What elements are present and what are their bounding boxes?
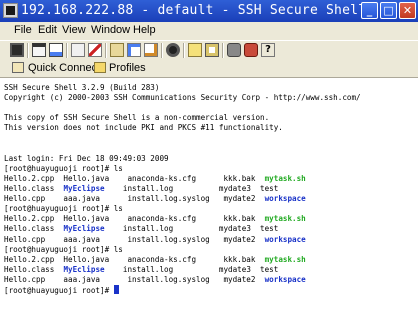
maximize-button[interactable]: □ bbox=[380, 2, 397, 19]
minimize-button[interactable]: _ bbox=[361, 2, 378, 19]
terminal-line: Copyright (c) 2000-2003 SSH Communicatio… bbox=[4, 93, 361, 103]
new-terminal-icon[interactable] bbox=[127, 43, 141, 57]
terminal-text: Copyright (c) 2000-2003 SSH Communicatio… bbox=[4, 93, 361, 103]
close-button[interactable]: ✕ bbox=[399, 2, 416, 19]
toolbar-separator bbox=[27, 43, 29, 58]
terminal-output[interactable]: SSH Secure Shell 3.2.9 (Build 283) Copyri… bbox=[0, 78, 418, 328]
terminal-line: Hello.class MyEclipse install.log mydate… bbox=[4, 224, 278, 234]
directory-name: MyEclipse bbox=[63, 264, 105, 274]
print-icon[interactable] bbox=[32, 43, 46, 57]
terminal-line: Last login: Fri Dec 18 09:49:03 2009 bbox=[4, 154, 169, 164]
terminal-line: [root@huayuguoji root]# ls bbox=[4, 164, 123, 174]
copy-icon[interactable] bbox=[71, 43, 85, 57]
executable-file: mytask.sh bbox=[264, 254, 306, 264]
executable-file: mytask.sh bbox=[264, 214, 306, 224]
directory-name: workspace bbox=[264, 234, 306, 244]
terminal-text: [root@huayuguoji root]# bbox=[4, 286, 114, 295]
quick-connect-icon bbox=[12, 62, 24, 73]
terminal-text: install.log mydate3 test bbox=[104, 184, 279, 193]
connect-icon[interactable] bbox=[244, 43, 258, 57]
window-title: 192.168.222.88 - default - SSH Secure Sh… bbox=[21, 3, 367, 18]
help-icon[interactable]: ? bbox=[261, 43, 275, 57]
executable-file: mytask.sh bbox=[264, 173, 306, 183]
terminal-cursor bbox=[113, 285, 119, 294]
terminal-line: [root@huayuguoji root]# ls bbox=[4, 245, 123, 255]
menu-view[interactable]: View bbox=[62, 24, 86, 36]
directory-name: workspace bbox=[264, 194, 306, 204]
terminal-line: [root@huayuguoji root]# bbox=[4, 285, 119, 296]
find-icon[interactable] bbox=[166, 43, 180, 57]
directory-name: workspace bbox=[264, 274, 306, 284]
terminal-line: Hello.2.cpp Hello.java anaconda-ks.cfg k… bbox=[4, 255, 306, 265]
directory-name: MyEclipse bbox=[63, 184, 105, 193]
menu-bar: File Edit View Window Help bbox=[0, 22, 418, 40]
toolbar-separator bbox=[105, 43, 107, 58]
menu-window[interactable]: Window bbox=[91, 24, 130, 36]
directory-name: MyEclipse bbox=[63, 224, 105, 234]
terminal-line: Hello.2.cpp Hello.java anaconda-ks.cfg k… bbox=[4, 214, 306, 224]
settings-icon[interactable] bbox=[227, 43, 241, 57]
terminal-line: Hello.class MyEclipse install.log mydate… bbox=[4, 184, 278, 194]
terminal-text: Hello.2.cpp Hello.java anaconda-ks.cfg k… bbox=[4, 214, 265, 224]
terminal-line: Hello.2.cpp Hello.java anaconda-ks.cfg k… bbox=[4, 174, 306, 184]
terminal-line: Hello.class MyEclipse install.log mydate… bbox=[4, 265, 278, 275]
terminal-line: SSH Secure Shell 3.2.9 (Build 283) bbox=[4, 83, 159, 93]
print-preview-icon[interactable] bbox=[49, 43, 63, 57]
title-bar[interactable]: 192.168.222.88 - default - SSH Secure Sh… bbox=[0, 0, 418, 22]
toolbar-separator bbox=[161, 43, 163, 58]
toolbar-separator bbox=[66, 43, 68, 58]
terminal-text: Hello.2.cpp Hello.java anaconda-ks.cfg k… bbox=[4, 173, 265, 183]
folder-icon[interactable] bbox=[188, 43, 202, 57]
terminal-text: Last login: Fri Dec 18 09:49:03 2009 bbox=[4, 153, 169, 163]
terminal-text: [root@huayuguoji root]# ls bbox=[4, 204, 123, 214]
terminal-text: Hello.cpp aaa.java install.log.syslog my… bbox=[4, 274, 265, 284]
menu-edit[interactable]: Edit bbox=[38, 24, 57, 36]
terminal-line: This copy of SSH Secure Shell is a non-c… bbox=[4, 113, 269, 123]
toolbar-separator bbox=[183, 43, 185, 58]
terminal-text: This version does not include PKI and PK… bbox=[4, 123, 283, 133]
terminal-text: Hello.class bbox=[4, 224, 64, 234]
terminal-text: [root@huayuguoji root]# ls bbox=[4, 163, 123, 173]
terminal-text: Hello.class bbox=[4, 184, 64, 193]
terminal-line: [root@huayuguoji root]# ls bbox=[4, 204, 123, 214]
terminal-text: Hello.class bbox=[4, 264, 64, 274]
terminal-line: This version does not include PKI and PK… bbox=[4, 123, 283, 133]
profiles-folder-icon bbox=[94, 62, 106, 73]
terminal-line: Hello.cpp aaa.java install.log.syslog my… bbox=[4, 275, 306, 285]
terminal-text: Hello.cpp aaa.java install.log.syslog my… bbox=[4, 194, 265, 204]
terminal-text: SSH Secure Shell 3.2.9 (Build 283) bbox=[4, 83, 160, 92]
paste-icon[interactable] bbox=[110, 43, 124, 57]
terminal-text: install.log mydate3 test bbox=[104, 264, 279, 274]
toolbar-separator bbox=[222, 43, 224, 58]
app-icon bbox=[3, 3, 18, 18]
terminal-text: Hello.2.cpp Hello.java anaconda-ks.cfg k… bbox=[4, 254, 265, 264]
save-icon[interactable] bbox=[10, 43, 24, 57]
menu-file[interactable]: File bbox=[14, 24, 32, 36]
link-bar: Quick Connect Profiles bbox=[0, 60, 418, 78]
file-transfer-icon[interactable] bbox=[205, 43, 219, 57]
terminal-text: [root@huayuguoji root]# ls bbox=[4, 244, 123, 254]
new-file-transfer-icon[interactable] bbox=[144, 43, 158, 57]
terminal-text: Hello.cpp aaa.java install.log.syslog my… bbox=[4, 234, 265, 244]
toolbar: ? bbox=[0, 40, 418, 61]
terminal-line: Hello.cpp aaa.java install.log.syslog my… bbox=[4, 194, 306, 204]
terminal-text: install.log mydate3 test bbox=[104, 224, 279, 234]
terminal-text: This copy of SSH Secure Shell is a non-c… bbox=[4, 113, 270, 123]
terminal-line: Hello.cpp aaa.java install.log.syslog my… bbox=[4, 235, 306, 245]
menu-help[interactable]: Help bbox=[133, 24, 156, 36]
profiles-button[interactable]: Profiles bbox=[109, 62, 146, 74]
cut-icon[interactable] bbox=[88, 43, 102, 57]
quick-connect-button[interactable]: Quick Connect bbox=[28, 62, 100, 74]
